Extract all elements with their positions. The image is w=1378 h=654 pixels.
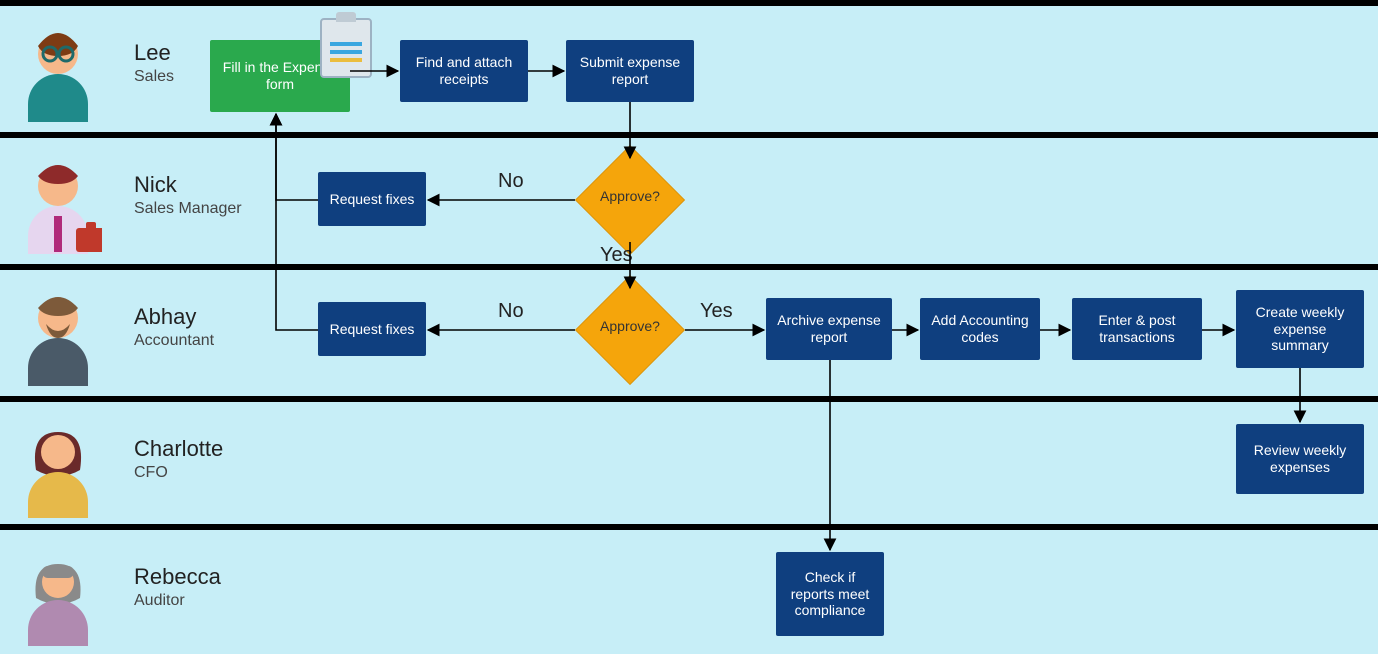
edge-label-accountant-yes: Yes <box>700 300 733 323</box>
node-attach-receipts: Find and attach receipts <box>400 40 528 102</box>
edge-label-manager-no: No <box>498 170 524 193</box>
node-label: Create weekly expense summary <box>1246 304 1354 354</box>
persona-role: CFO <box>134 464 274 482</box>
node-label: Add Accounting codes <box>930 312 1030 346</box>
node-label: Submit expense report <box>576 54 684 88</box>
node-label: Request fixes <box>330 321 415 338</box>
persona-label-rebecca: Rebecca Auditor <box>134 564 274 610</box>
clipboard-icon <box>320 18 372 78</box>
persona-name: Nick <box>134 172 274 198</box>
persona-role: Auditor <box>134 592 274 610</box>
edge-label-manager-yes: Yes <box>600 244 633 267</box>
node-fill-expense-form: Fill in the Expense form <box>210 40 350 112</box>
node-submit-report: Submit expense report <box>566 40 694 102</box>
lane-rebecca: Rebecca Auditor <box>0 524 1378 654</box>
node-label: Find and attach receipts <box>410 54 518 88</box>
edge-label-accountant-no: No <box>498 300 524 323</box>
node-archive-report: Archive expense report <box>766 298 892 360</box>
persona-label-charlotte: Charlotte CFO <box>134 436 274 482</box>
avatar-charlotte <box>14 422 124 523</box>
avatar-rebecca <box>14 550 124 651</box>
node-label: Enter & post transactions <box>1082 312 1192 346</box>
persona-name: Abhay <box>134 304 274 330</box>
node-post-transactions: Enter & post transactions <box>1072 298 1202 360</box>
node-weekly-summary: Create weekly expense summary <box>1236 290 1364 368</box>
node-label: Review weekly expenses <box>1246 442 1354 476</box>
persona-label-abhay: Abhay Accountant <box>134 304 274 350</box>
avatar-abhay <box>14 290 124 391</box>
persona-label-nick: Nick Sales Manager <box>134 172 274 218</box>
avatar-lee <box>14 26 124 127</box>
node-request-fixes-accountant: Request fixes <box>318 302 426 356</box>
persona-role: Accountant <box>134 332 274 350</box>
node-compliance-check: Check if reports meet compliance <box>776 552 884 636</box>
avatar-nick <box>14 158 124 259</box>
swimlane-diagram: Lee Sales Nick Sales Manager <box>0 0 1378 654</box>
node-label: Request fixes <box>330 191 415 208</box>
node-request-fixes-manager: Request fixes <box>318 172 426 226</box>
decision-label: Approve? <box>570 318 690 334</box>
lane-charlotte: Charlotte CFO <box>0 396 1378 524</box>
persona-name: Rebecca <box>134 564 274 590</box>
node-label: Check if reports meet compliance <box>786 569 874 619</box>
node-accounting-codes: Add Accounting codes <box>920 298 1040 360</box>
node-review-weekly: Review weekly expenses <box>1236 424 1364 494</box>
decision-label: Approve? <box>570 188 690 204</box>
persona-name: Charlotte <box>134 436 274 462</box>
persona-role: Sales Manager <box>134 200 274 218</box>
node-label: Archive expense report <box>776 312 882 346</box>
